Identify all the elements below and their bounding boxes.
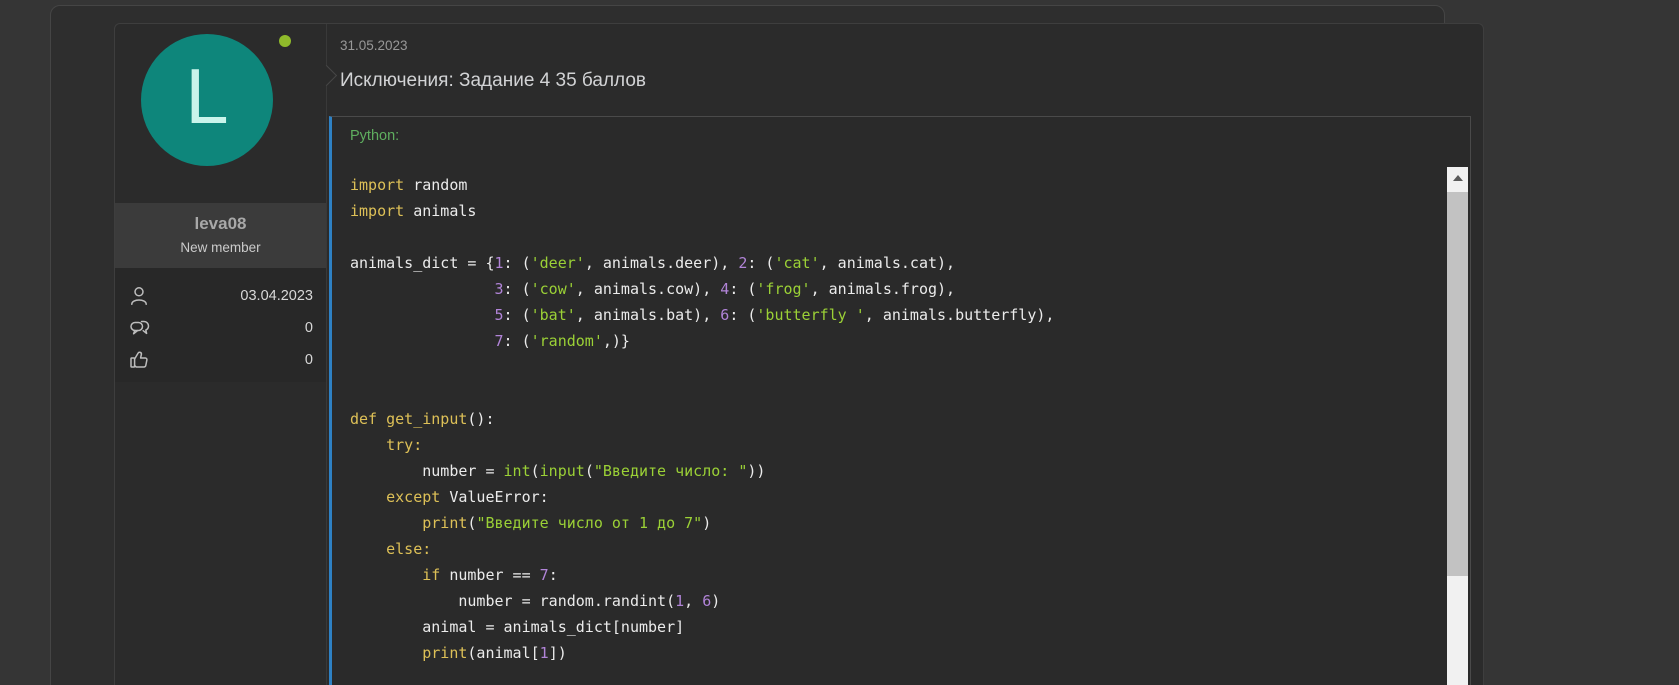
user-info-section: leva08 New member bbox=[115, 203, 326, 268]
code-line: def get_input(): bbox=[350, 406, 1430, 432]
code-line: if number == 7: bbox=[350, 562, 1430, 588]
stat-value-likes: 0 bbox=[152, 352, 313, 368]
stat-value-joined: 03.04.2023 bbox=[152, 288, 313, 304]
code-line: animals_dict = {1: ('deer', animals.deer… bbox=[350, 250, 1430, 276]
code-language-label: Python: bbox=[332, 117, 1470, 149]
message-content-column: 31.05.2023 Исключения: Задание 4 35 балл… bbox=[327, 24, 1483, 685]
code-line: else: bbox=[350, 536, 1430, 562]
thread-block-container: L leva08 New member 03.04.2023 bbox=[50, 5, 1445, 685]
code-block: Python: import randomimport animals anim… bbox=[329, 116, 1471, 685]
likes-icon bbox=[128, 348, 152, 372]
user-title: New member bbox=[119, 240, 322, 255]
code-line: try: bbox=[350, 432, 1430, 458]
username-link[interactable]: leva08 bbox=[119, 214, 322, 234]
code-line: number = int(input("Введите число: ")) bbox=[350, 458, 1430, 484]
code-line: import random bbox=[350, 172, 1430, 198]
code-line: number = random.randint(1, 6) bbox=[350, 588, 1430, 614]
code-line: animal = animals_dict[number] bbox=[350, 614, 1430, 640]
user-column: L leva08 New member 03.04.2023 bbox=[115, 24, 327, 685]
scrollbar-up-button[interactable] bbox=[1447, 167, 1468, 189]
code-line: 7: ('random',)} bbox=[350, 328, 1430, 354]
post-date-link[interactable]: 31.05.2023 bbox=[327, 24, 1483, 53]
code-line: 5: ('bat', animals.bat), 6: ('butterfly … bbox=[350, 302, 1430, 328]
avatar-section: L bbox=[115, 24, 326, 203]
code-scrollbar[interactable] bbox=[1447, 167, 1468, 685]
code-line bbox=[350, 224, 1430, 250]
post-title: Исключения: Задание 4 35 баллов bbox=[327, 53, 1483, 92]
user-icon bbox=[128, 284, 152, 308]
user-stats-section: 03.04.2023 0 bbox=[115, 268, 326, 382]
code-line bbox=[350, 354, 1430, 380]
scrollbar-thumb[interactable] bbox=[1447, 192, 1468, 576]
code-line: except ValueError: bbox=[350, 484, 1430, 510]
message-cell: L leva08 New member 03.04.2023 bbox=[114, 23, 1484, 685]
stat-value-messages: 0 bbox=[152, 320, 313, 336]
scroll-up-arrow-icon bbox=[1453, 175, 1463, 181]
code-content: import randomimport animals animals_dict… bbox=[332, 149, 1470, 685]
online-indicator-icon bbox=[279, 35, 291, 47]
code-line: import animals bbox=[350, 198, 1430, 224]
stat-row-joined: 03.04.2023 bbox=[128, 284, 313, 308]
avatar-letter: L bbox=[185, 57, 228, 143]
code-line bbox=[350, 380, 1430, 406]
stat-row-messages: 0 bbox=[128, 316, 313, 340]
stat-row-likes: 0 bbox=[128, 348, 313, 372]
messages-icon bbox=[128, 316, 152, 340]
code-line: print("Введите число от 1 до 7") bbox=[350, 510, 1430, 536]
avatar[interactable]: L bbox=[141, 34, 273, 166]
code-line: print(animal[1]) bbox=[350, 640, 1430, 666]
code-line: 3: ('cow', animals.cow), 4: ('frog', ani… bbox=[350, 276, 1430, 302]
